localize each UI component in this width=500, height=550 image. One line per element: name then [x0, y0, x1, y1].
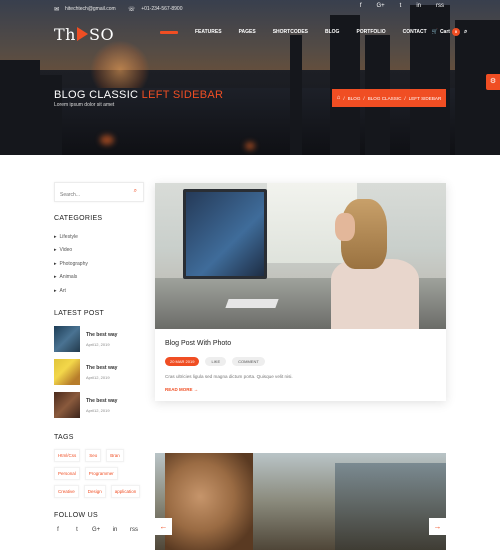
category-item[interactable]: ▸ Video: [54, 244, 144, 258]
category-item[interactable]: ▸ Photography: [54, 257, 144, 271]
latest-post-item[interactable]: The best way April12, 2019: [54, 323, 144, 356]
post-thumbnail[interactable]: [54, 326, 80, 352]
category-item[interactable]: ▸ Art: [54, 284, 144, 298]
cart-button[interactable]: 🛒 Cart 0: [432, 28, 460, 36]
top-social-links: f G+ t in rss: [360, 3, 444, 9]
post-title[interactable]: Blog Post With Photo: [165, 340, 435, 347]
linkedin-icon[interactable]: in: [416, 3, 421, 9]
category-list: ▸ Lifestyle ▸ Video ▸ Photography ▸ Animals …: [54, 230, 144, 298]
comment-button[interactable]: COMMENT: [232, 357, 265, 366]
post-meta: 20 MAR 2019 LIKE COMMENT: [165, 357, 435, 366]
facebook-icon[interactable]: f: [54, 527, 62, 533]
site-logo[interactable]: Th SO: [54, 24, 114, 44]
nav-features[interactable]: FEATURES: [195, 29, 222, 35]
top-contact-bar: ✉ hitechtech@gmail.com ☏ +01-234-567-890…: [54, 4, 183, 14]
nav-portfolio[interactable]: PORTFOLIO: [356, 29, 385, 35]
sidebar: ⌕ CATEGORIES ▸Lifestyle ▸Video ▸Photogra…: [54, 182, 144, 533]
breadcrumb-blog-classic[interactable]: BLOG CLASSIC: [368, 96, 402, 101]
post-body: Blog Post With Photo 20 MAR 2019 LIKE CO…: [165, 340, 435, 392]
chevron-right-icon: ▸: [54, 274, 57, 281]
slider-prev-arrow-icon[interactable]: ←: [155, 518, 172, 535]
page-subtitle: Lorem ipsum dolor sit amet: [54, 102, 115, 108]
cart-label: Cart: [439, 29, 450, 35]
tag-link[interactable]: Design: [83, 484, 106, 498]
nav-home-active-indicator[interactable]: [160, 30, 178, 34]
latest-post-item[interactable]: The best way April12, 2019: [54, 356, 144, 389]
contact-email[interactable]: hitechtech@gmail.com: [65, 6, 116, 12]
contact-phone[interactable]: +01-234-567-8900: [141, 6, 182, 12]
cart-icon: 🛒: [431, 29, 438, 35]
breadcrumb-blog[interactable]: BLOG: [348, 96, 361, 101]
sidebar-search: ⌕: [54, 182, 144, 204]
cart-count-badge: 0: [451, 28, 460, 36]
post-date-badge: 20 MAR 2019: [165, 357, 200, 366]
tag-link[interactable]: Creative: [54, 484, 79, 498]
home-icon[interactable]: ⌂: [337, 95, 341, 101]
chevron-right-icon: ▸: [54, 233, 57, 240]
breadcrumb-current: LEFT SIDEBAR: [408, 95, 442, 101]
post-thumbnail[interactable]: [54, 359, 80, 385]
tag-link[interactable]: Html/Css: [54, 448, 81, 462]
tag-link[interactable]: application: [110, 484, 141, 498]
chevron-right-icon: ▸: [54, 287, 57, 294]
logo-play-icon: [76, 27, 88, 41]
mail-icon: ✉: [54, 6, 60, 13]
post-featured-image[interactable]: [155, 183, 446, 329]
post-thumbnail[interactable]: [54, 392, 80, 418]
latest-post-item[interactable]: The best way April12, 2019: [54, 389, 144, 422]
linkedin-icon[interactable]: in: [111, 527, 119, 533]
blog-post-slider-image[interactable]: [155, 453, 446, 550]
chevron-right-icon: ▸: [54, 247, 57, 254]
categories-heading: CATEGORIES: [54, 215, 103, 222]
twitter-icon[interactable]: t: [400, 3, 402, 9]
latest-post-list: The best way April12, 2019 The best way Ap…: [54, 323, 144, 422]
chevron-right-icon: ▸: [54, 260, 57, 267]
post-excerpt: Cras ultricies ligula sed magna dictum p…: [165, 374, 293, 379]
tag-link[interactable]: Personal: [54, 466, 80, 480]
tags-heading: TAGS: [54, 433, 74, 441]
category-item[interactable]: ▸ Lifestyle: [54, 230, 144, 244]
settings-tab[interactable]: ⚙: [486, 74, 500, 90]
twitter-icon[interactable]: t: [73, 527, 81, 533]
search-icon[interactable]: ⌕: [134, 188, 137, 195]
slider-next-arrow-icon[interactable]: →: [429, 518, 446, 535]
phone-icon: ☏: [127, 6, 136, 13]
facebook-icon[interactable]: f: [360, 3, 362, 9]
google-plus-icon[interactable]: G+: [376, 3, 384, 9]
read-more-link[interactable]: READ MORE →: [165, 387, 435, 392]
tag-link[interactable]: Programmer: [84, 466, 118, 480]
breadcrumb: ⌂ / BLOG / BLOG CLASSIC / LEFT SIDEBAR: [332, 89, 446, 107]
tag-link[interactable]: Seo: [85, 448, 102, 462]
main-nav: FEATURES PAGES SHORTCODES BLOG PORTFOLIO…: [160, 28, 467, 36]
arrow-right-icon: →: [193, 387, 199, 392]
blog-post-card: Blog Post With Photo 20 MAR 2019 LIKE CO…: [155, 183, 446, 401]
tag-link[interactable]: Bran: [106, 448, 124, 462]
follow-heading: FOLLOW US: [54, 511, 98, 519]
nav-pages[interactable]: PAGES: [239, 29, 256, 35]
rss-icon[interactable]: rss: [436, 3, 444, 9]
page-title: BLOG CLASSIC LEFT SIDEBAR: [54, 89, 224, 101]
like-button[interactable]: LIKE: [205, 357, 227, 366]
google-plus-icon[interactable]: G+: [92, 527, 100, 533]
follow-links: f t G+ in rss: [54, 527, 144, 533]
search-input[interactable]: [55, 186, 123, 204]
category-item[interactable]: ▸ Animals: [54, 271, 144, 285]
nav-blog[interactable]: BLOG: [325, 29, 339, 35]
rss-icon[interactable]: rss: [130, 527, 138, 533]
page-hero: ✉ hitechtech@gmail.com ☏ +01-234-567-890…: [0, 0, 500, 155]
search-icon[interactable]: ⌕: [464, 29, 467, 36]
nav-contact[interactable]: CONTACT: [403, 29, 427, 35]
gear-icon: ⚙: [489, 78, 497, 85]
nav-shortcodes[interactable]: SHORTCODES: [273, 29, 308, 35]
latest-post-heading: LATEST POST: [54, 309, 105, 317]
tag-cloud: Html/Css Seo Bran Personal Programmer Cr…: [54, 448, 144, 498]
